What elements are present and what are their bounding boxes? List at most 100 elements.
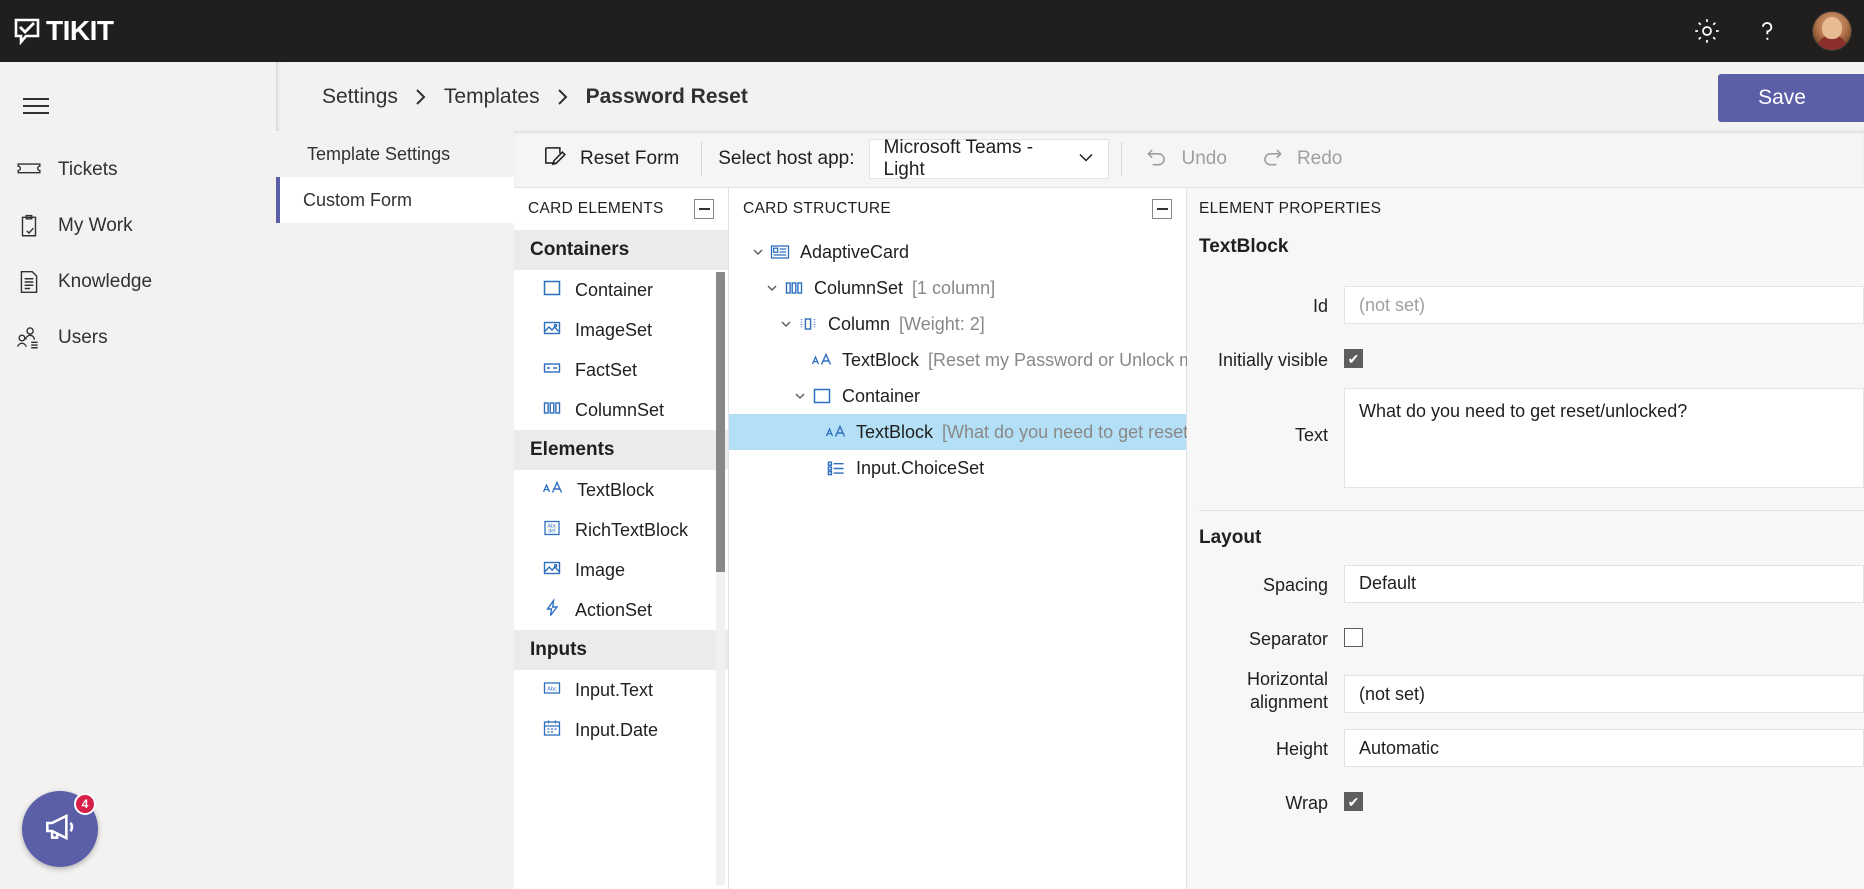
element-properties-header: ELEMENT PROPERTIES xyxy=(1187,188,1864,230)
card-elements-title: CARD ELEMENTS xyxy=(528,200,664,217)
height-select[interactable]: Automatic xyxy=(1344,729,1864,767)
tree-node-label: AdaptiveCard xyxy=(800,241,910,262)
document-lines-icon xyxy=(16,269,42,295)
reset-form-button[interactable]: Reset Form xyxy=(526,139,695,179)
sidebar-item-label: Users xyxy=(58,327,108,348)
brand-name: TIKIT xyxy=(46,15,114,46)
element-item-label: Input.Text xyxy=(575,679,654,700)
horizontal-alignment-select[interactable]: (not set) xyxy=(1344,675,1864,713)
tree-row[interactable]: Column [Weight: 2] xyxy=(729,306,1186,342)
text-block-icon xyxy=(825,422,847,442)
sidebar-item-label: My Work xyxy=(58,215,133,236)
square-outline-icon xyxy=(542,278,562,303)
element-item-richtextblock[interactable]: Abc def RichTextBlock xyxy=(514,510,728,550)
element-item-label: ColumnSet xyxy=(575,399,665,420)
property-row-spacing: Spacing Default xyxy=(1199,564,1864,603)
people-list-icon xyxy=(16,325,42,351)
left-sidebar: Tickets My Work Knowledge Users 4 xyxy=(0,62,276,889)
wrap-checkbox[interactable] xyxy=(1344,792,1363,811)
collapse-minus-icon[interactable] xyxy=(694,199,714,219)
input-text-icon: Abc xyxy=(542,678,562,703)
ticket-icon xyxy=(16,157,42,183)
card-elements-pane: CARD ELEMENTS Containers Container Image… xyxy=(514,188,729,889)
tree-row[interactable]: TextBlock [Reset my Password or Unlock m… xyxy=(729,342,1203,378)
square-outline-icon xyxy=(811,386,833,406)
redo-button[interactable]: Redo xyxy=(1243,139,1358,179)
chevron-down-icon[interactable] xyxy=(775,313,797,335)
top-bar: TIKIT xyxy=(0,0,1864,62)
element-item-columnset[interactable]: ColumnSet xyxy=(514,390,728,430)
hamburger-menu-icon[interactable] xyxy=(14,84,58,128)
chevron-down-icon[interactable] xyxy=(761,277,783,299)
sidebar-item-knowledge[interactable]: Knowledge xyxy=(0,254,276,310)
breadcrumb-item-settings[interactable]: Settings xyxy=(322,85,398,109)
page-header: Settings Templates Password Reset Save xyxy=(276,62,1864,131)
scrollbar-thumb[interactable] xyxy=(716,272,725,572)
element-item-container[interactable]: Container xyxy=(514,270,728,310)
text-input[interactable]: What do you need to get reset/unlocked? xyxy=(1344,387,1864,488)
element-group-containers: Containers xyxy=(514,230,728,270)
tree-node-meta: [What do you need to get reset/ xyxy=(942,421,1194,442)
host-app-select[interactable]: Microsoft Teams - Light xyxy=(868,137,1109,180)
subnav-item-template-settings[interactable]: Template Settings xyxy=(276,131,514,177)
initially-visible-checkbox[interactable] xyxy=(1344,349,1363,368)
property-label: Height xyxy=(1275,739,1328,759)
sidebar-item-my-work[interactable]: My Work xyxy=(0,198,276,254)
chevron-down-icon xyxy=(1076,148,1096,170)
tree-row[interactable]: ColumnSet [1 column] xyxy=(729,270,1186,306)
element-item-actionset[interactable]: ActionSet xyxy=(514,590,728,630)
brand-logo[interactable]: TIKIT xyxy=(14,15,114,46)
property-row-height: Height Automatic xyxy=(1199,729,1864,767)
sidebar-item-tickets[interactable]: Tickets xyxy=(0,142,276,198)
chevron-down-icon[interactable] xyxy=(747,241,769,263)
card-elements-header: CARD ELEMENTS xyxy=(514,188,728,230)
element-item-textblock[interactable]: TextBlock xyxy=(514,470,728,510)
card-designer: Reset Form Select host app: Microsoft Te… xyxy=(514,131,1864,889)
id-input[interactable]: (not set) xyxy=(1344,286,1864,324)
spacing-select[interactable]: Default xyxy=(1344,564,1864,603)
element-item-label: Container xyxy=(575,279,654,300)
feedback-button[interactable]: 4 xyxy=(22,791,98,867)
element-item-imageset[interactable]: ImageSet xyxy=(514,310,728,350)
tree-node-label: ColumnSet xyxy=(814,277,904,298)
sidebar-item-label: Knowledge xyxy=(58,271,153,292)
sidebar-item-users[interactable]: Users xyxy=(0,310,276,366)
breadcrumb-item-templates[interactable]: Templates xyxy=(444,85,540,109)
property-row-text: Text What do you need to get reset/unloc… xyxy=(1199,387,1864,488)
tree-row[interactable]: TextBlock [What do you need to get reset… xyxy=(729,414,1193,450)
svg-text:def: def xyxy=(548,528,556,534)
tree-row[interactable]: Input.ChoiceSet xyxy=(729,450,1186,486)
separator-checkbox[interactable] xyxy=(1344,627,1363,647)
element-item-input-date[interactable]: Input.Date xyxy=(514,710,728,750)
property-row-initially-visible: Initially visible xyxy=(1199,340,1864,372)
tree-node-label: TextBlock xyxy=(842,349,920,370)
save-button[interactable]: Save xyxy=(1718,74,1864,122)
question-mark-icon[interactable] xyxy=(1752,16,1782,46)
undo-label: Undo xyxy=(1181,148,1227,169)
feedback-badge: 4 xyxy=(74,793,96,815)
image-set-icon xyxy=(542,318,562,343)
calendar-icon xyxy=(542,718,562,743)
undo-arrow-icon xyxy=(1144,143,1170,175)
subnav-item-custom-form[interactable]: Custom Form xyxy=(276,177,514,223)
property-label: Spacing xyxy=(1262,574,1328,595)
tree-row[interactable]: AdaptiveCard xyxy=(729,234,1186,270)
element-item-input-text[interactable]: Abc Input.Text xyxy=(514,670,728,710)
undo-button[interactable]: Undo xyxy=(1128,139,1243,179)
element-item-label: RichTextBlock xyxy=(575,519,689,540)
designer-toolbar: Reset Form Select host app: Microsoft Te… xyxy=(514,131,1864,188)
element-properties-pane: ELEMENT PROPERTIES TextBlock Id (not set… xyxy=(1187,188,1864,889)
gear-icon[interactable] xyxy=(1692,16,1722,46)
card-structure-pane: CARD STRUCTURE AdaptiveCard ColumnSet [1… xyxy=(729,188,1203,889)
element-item-label: FactSet xyxy=(575,359,638,380)
avatar[interactable] xyxy=(1812,11,1852,51)
element-properties-body: Id (not set) Initially visible Text What… xyxy=(1187,258,1864,815)
property-label: Initially visible xyxy=(1217,350,1328,370)
element-item-image[interactable]: Image xyxy=(514,550,728,590)
chevron-down-icon[interactable] xyxy=(789,385,811,407)
card-elements-scrollbar[interactable] xyxy=(716,272,725,885)
collapse-minus-icon[interactable] xyxy=(1152,199,1172,219)
property-row-horizontal-alignment: Horizontal alignment (not set) xyxy=(1199,666,1864,713)
tree-row[interactable]: Container xyxy=(729,378,1186,414)
element-item-factset[interactable]: FactSet xyxy=(514,350,728,390)
